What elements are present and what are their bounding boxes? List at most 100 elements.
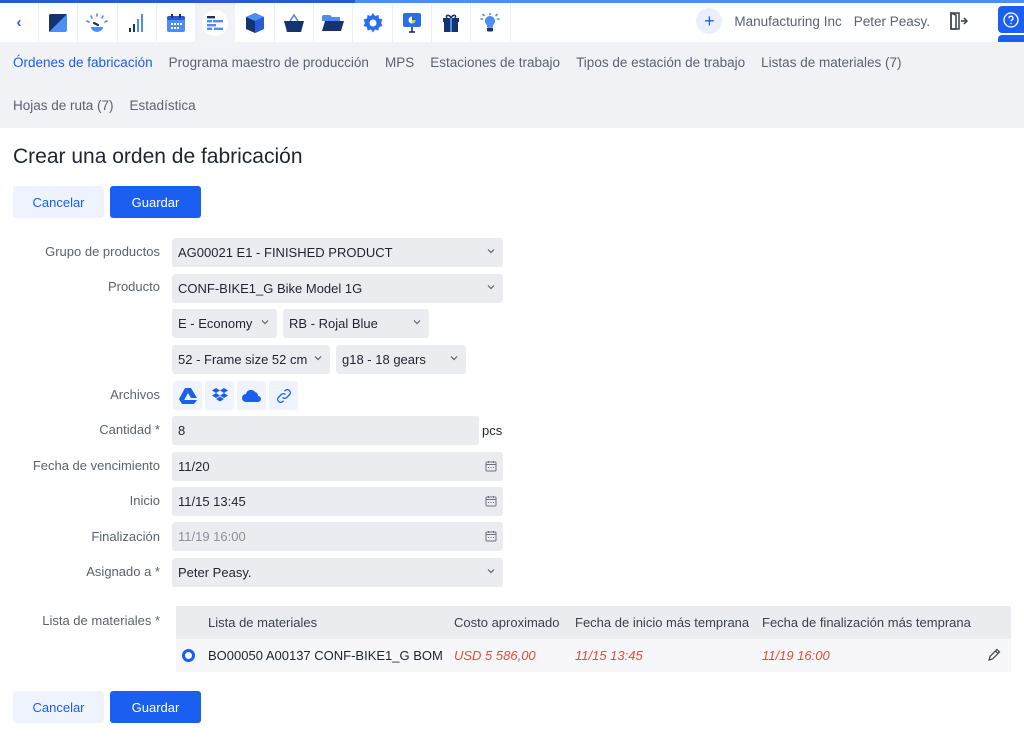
app-switcher: ‹ xyxy=(0,3,511,42)
edit-pencil-icon[interactable] xyxy=(987,648,1001,662)
bom-cost: USD 5 586,00 xyxy=(454,648,536,663)
subnav-tab-bills-of-materials[interactable]: Listas de materiales (7) xyxy=(761,55,901,70)
top-right-controls: + Manufacturing Inc Peter Peasy. xyxy=(696,6,969,36)
chevron-down-icon xyxy=(314,356,322,361)
crm-gauge-icon[interactable] xyxy=(78,3,118,42)
quantity-unit: pcs xyxy=(482,423,503,438)
save-button[interactable]: Guardar xyxy=(110,186,201,218)
cancel-button[interactable]: Cancelar xyxy=(13,186,104,218)
due-date-value: 11/20 xyxy=(178,459,210,474)
files-label: Archivos xyxy=(110,387,160,402)
variant-color-select[interactable]: RB - Rojal Blue xyxy=(283,309,429,338)
link-button[interactable] xyxy=(269,381,298,410)
product-label: Producto xyxy=(107,279,160,294)
top-bar: ‹ + Manufacturing Inc Peter Peasy. xyxy=(0,0,1024,42)
assigned-value: Peter Peasy. xyxy=(178,565,252,580)
manufacturing-gantt-icon[interactable] xyxy=(196,3,236,42)
column-header-cost: Costo aproximado xyxy=(454,615,560,630)
subnav-tab-workstations[interactable]: Estaciones de trabajo xyxy=(430,55,560,70)
company-name[interactable]: Manufacturing Inc xyxy=(734,14,841,29)
user-name[interactable]: Peter Peasy. xyxy=(854,14,930,29)
subnav-tab-routings[interactable]: Hojas de ruta (7) xyxy=(13,98,114,113)
calendar-icon[interactable] xyxy=(157,3,197,42)
variant-trim-value: E - Economy xyxy=(178,316,253,331)
finish-label: Finalización xyxy=(91,529,160,544)
due-date-label: Fecha de vencimiento xyxy=(32,458,160,473)
onedrive-button[interactable] xyxy=(237,381,266,410)
idea-bulb-icon[interactable] xyxy=(471,3,511,42)
files-folder-icon[interactable] xyxy=(314,3,354,42)
module-subnav: Órdenes de fabricación Programa maestro … xyxy=(0,42,1024,128)
purchasing-basket-icon[interactable] xyxy=(275,3,315,42)
chevron-down-icon xyxy=(487,249,495,254)
google-drive-button[interactable] xyxy=(173,381,202,410)
subnav-tab-workstation-types[interactable]: Tipos de estación de trabajo xyxy=(576,55,745,70)
start-label: Inicio xyxy=(129,493,160,508)
subnav-tab-manufacturing-orders[interactable]: Órdenes de fabricación xyxy=(13,55,153,70)
inventory-box-icon[interactable] xyxy=(235,3,275,42)
onedrive-icon xyxy=(241,389,261,402)
finish-datetime-input[interactable]: 11/19 16:00 xyxy=(172,522,503,551)
chevron-down-icon xyxy=(413,320,421,325)
bom-select-radio[interactable] xyxy=(182,649,195,662)
cancel-button-bottom[interactable]: Cancelar xyxy=(13,691,104,723)
quantity-value: 8 xyxy=(178,423,186,438)
presentation-icon[interactable] xyxy=(393,3,432,42)
variant-frame-select[interactable]: 52 - Frame size 52 cm xyxy=(172,345,330,374)
variant-trim-select[interactable]: E - Economy xyxy=(172,309,277,338)
chevron-down-icon xyxy=(450,356,458,361)
bom-table: Lista de materiales Costo aproximado Fec… xyxy=(176,606,1011,672)
calendar-icon[interactable] xyxy=(485,530,497,542)
subnav-tab-master-production-schedule[interactable]: Programa maestro de producción xyxy=(169,55,369,70)
dropbox-icon xyxy=(211,387,228,401)
dashboard-app-icon[interactable] xyxy=(39,3,79,42)
calendar-icon[interactable] xyxy=(485,460,497,472)
reports-bars-icon[interactable] xyxy=(118,3,157,42)
gift-icon[interactable] xyxy=(432,3,472,42)
table-row[interactable]: BO00050 A00137 CONF-BIKE1_G BOM USD 5 58… xyxy=(176,639,1011,672)
logout-icon[interactable] xyxy=(948,11,969,31)
assigned-select[interactable]: Peter Peasy. xyxy=(172,558,503,587)
bom-table-header: Lista de materiales Costo aproximado Fec… xyxy=(176,606,1011,639)
help-button[interactable] xyxy=(998,6,1024,33)
product-value: CONF-BIKE1_G Bike Model 1G xyxy=(178,281,363,296)
chevron-down-icon xyxy=(487,285,495,290)
calendar-icon[interactable] xyxy=(485,495,497,507)
start-datetime-input[interactable]: 11/15 13:45 xyxy=(172,487,503,516)
link-icon xyxy=(276,388,291,403)
column-header-earliest-finish: Fecha de finalización más temprana xyxy=(762,615,971,630)
column-header-bom: Lista de materiales xyxy=(208,615,318,630)
chevron-down-icon xyxy=(487,569,495,574)
product-group-select[interactable]: AG00021 E1 - FINISHED PRODUCT xyxy=(172,238,503,267)
variant-color-value: RB - Rojal Blue xyxy=(289,316,378,331)
variant-gears-select[interactable]: g18 - 18 gears xyxy=(336,345,466,374)
variant-gears-value: g18 - 18 gears xyxy=(342,352,426,367)
back-chevron-icon[interactable]: ‹ xyxy=(0,3,39,42)
assigned-label: Asignado a * xyxy=(86,564,160,579)
column-header-earliest-start: Fecha de inicio más temprana xyxy=(575,615,750,630)
subnav-tab-statistics[interactable]: Estadística xyxy=(130,98,196,113)
due-date-input[interactable]: 11/20 xyxy=(172,452,503,481)
bom-label: Lista de materiales * xyxy=(42,613,160,628)
variant-frame-value: 52 - Frame size 52 cm xyxy=(178,352,308,367)
product-group-label: Grupo de productos xyxy=(45,244,160,259)
settings-gear-icon[interactable] xyxy=(353,3,393,42)
save-button-bottom[interactable]: Guardar xyxy=(110,691,201,723)
product-select[interactable]: CONF-BIKE1_G Bike Model 1G xyxy=(172,274,503,303)
subnav-tab-mps[interactable]: MPS xyxy=(385,55,414,70)
finish-value: 11/19 16:00 xyxy=(178,529,246,544)
bom-earliest-finish: 11/19 16:00 xyxy=(762,648,830,663)
product-group-value: AG00021 E1 - FINISHED PRODUCT xyxy=(178,245,393,260)
chevron-down-icon xyxy=(261,320,269,325)
bom-earliest-start: 11/15 13:45 xyxy=(575,648,643,663)
dropbox-button[interactable] xyxy=(205,381,234,410)
bom-name: BO00050 A00137 CONF-BIKE1_G BOM xyxy=(208,648,443,663)
quantity-input[interactable]: 8 xyxy=(172,416,479,445)
quantity-label: Cantidad * xyxy=(99,422,160,437)
add-button[interactable]: + xyxy=(696,8,723,34)
page-title: Crear una orden de fabricación xyxy=(13,145,303,168)
start-value: 11/15 13:45 xyxy=(178,494,246,509)
help-icon xyxy=(1003,11,1019,28)
google-drive-icon xyxy=(178,387,197,404)
active-app-indicator xyxy=(202,9,229,36)
